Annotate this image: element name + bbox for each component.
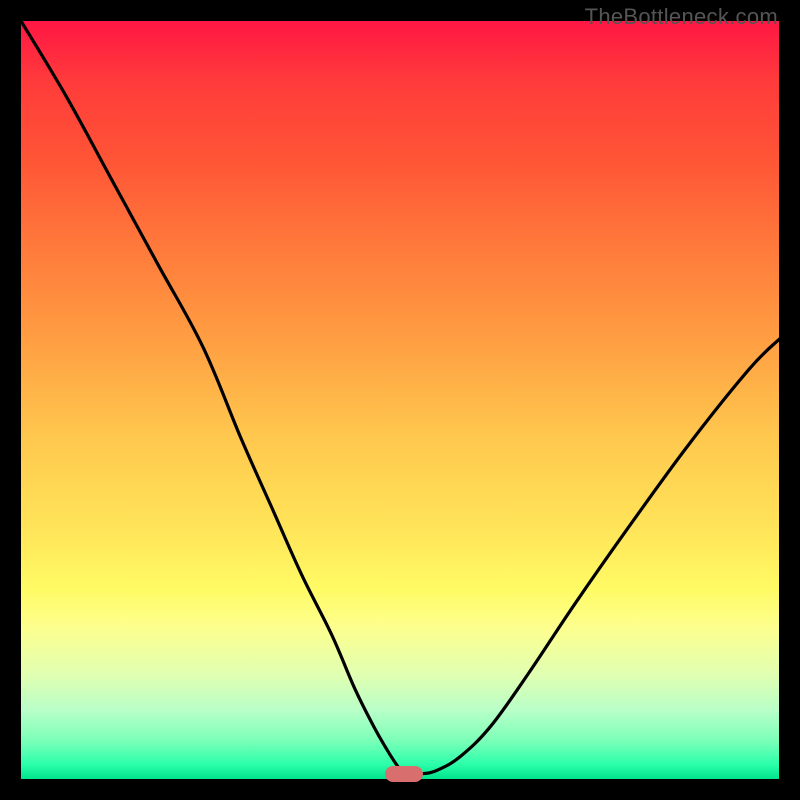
watermark-text: TheBottleneck.com (585, 4, 778, 30)
optimal-marker (385, 766, 423, 782)
curve-svg (21, 21, 779, 779)
bottleneck-curve (21, 21, 779, 774)
chart-container: TheBottleneck.com (0, 0, 800, 800)
